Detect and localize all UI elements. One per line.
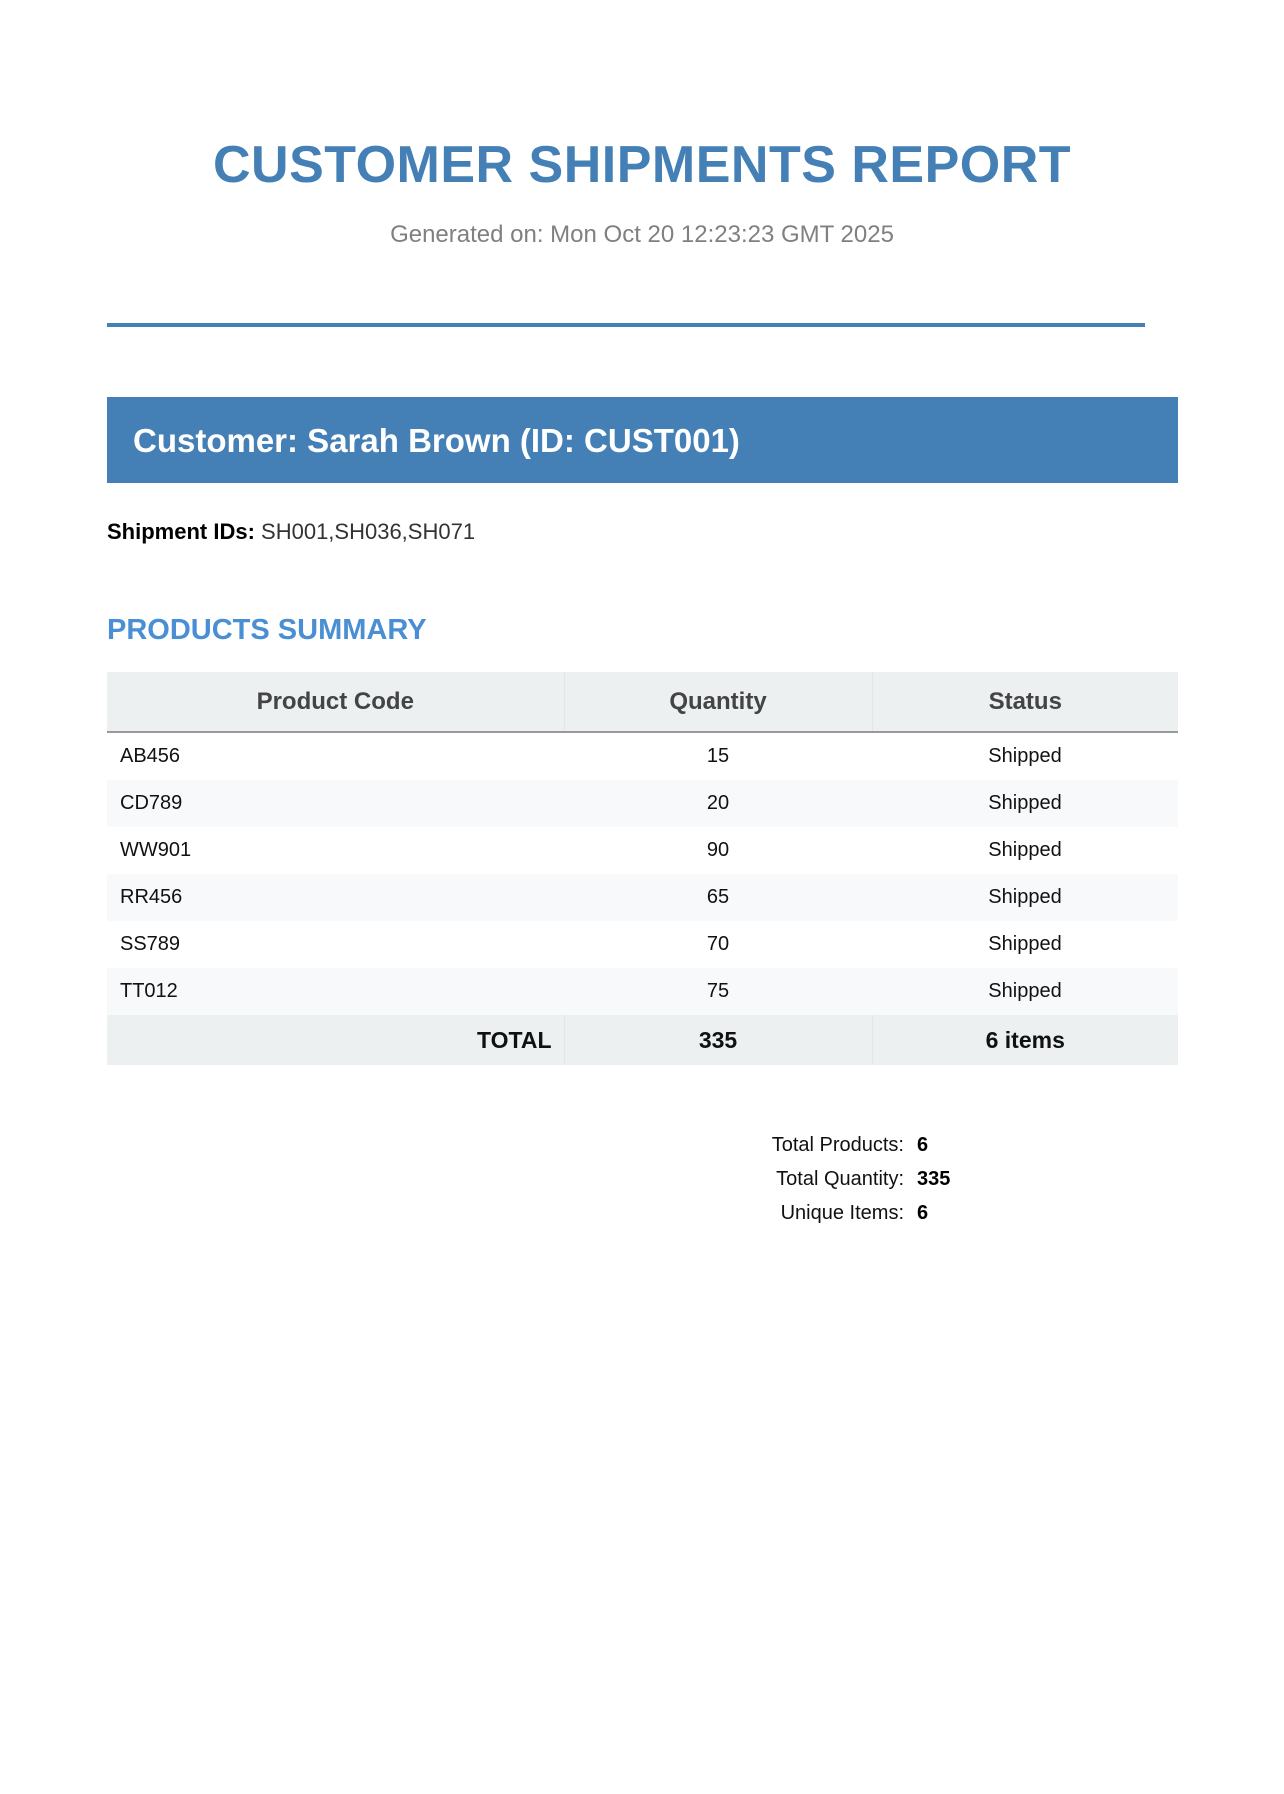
customer-banner: Customer: Sarah Brown (ID: CUST001) <box>107 397 1178 483</box>
products-table: Product Code Quantity Status AB456 15 Sh… <box>107 672 1178 1065</box>
quantity-cell: 75 <box>564 968 872 1015</box>
table-header-row: Product Code Quantity Status <box>107 672 1178 733</box>
total-label: TOTAL <box>107 1015 564 1065</box>
column-header-status: Status <box>871 672 1178 733</box>
stat-value: 6 <box>917 1134 929 1156</box>
status-cell: Shipped <box>872 780 1178 827</box>
total-items: 6 items <box>871 1015 1178 1065</box>
summary-stats: Total Products: 6 Total Quantity: 335 Un… <box>640 1128 1000 1230</box>
product-code-cell: WW901 <box>120 839 192 861</box>
title-divider <box>107 323 1145 327</box>
product-code-cell: RR456 <box>107 874 564 921</box>
stat-value: 6 <box>917 1202 929 1224</box>
quantity-cell: 20 <box>564 780 872 827</box>
report-title: CUSTOMER SHIPMENTS REPORT <box>212 136 1072 194</box>
product-code-cell: AB456 <box>120 745 181 767</box>
status-cell: Shipped <box>988 745 1062 767</box>
stat-label: Unique Items: <box>780 1202 904 1224</box>
report-page: CUSTOMER SHIPMENTS REPORT Generated on: … <box>0 0 1284 1794</box>
products-summary-title: PRODUCTS SUMMARY <box>107 614 427 646</box>
quantity-cell: 70 <box>706 933 730 955</box>
product-code-cell: TT012 <box>107 968 564 1015</box>
generated-timestamp: Generated on: Mon Oct 20 12:23:23 GMT 20… <box>390 221 894 248</box>
table-row: AB456 15 Shipped <box>107 732 1178 780</box>
status-cell: Shipped <box>872 874 1178 921</box>
stat-total-products: Total Products: 6 <box>640 1128 1000 1162</box>
total-quantity: 335 <box>563 1015 872 1065</box>
table-row: TT012 75 Shipped <box>107 968 1178 1015</box>
stat-label: Total Quantity: <box>776 1168 904 1190</box>
column-header-quantity: Quantity <box>563 672 872 733</box>
table-row: WW901 90 Shipped <box>107 827 1178 874</box>
product-code-cell: SS789 <box>120 933 181 955</box>
status-cell: Shipped <box>988 933 1062 955</box>
shipment-ids-value: SH001,SH036,SH071 <box>261 519 476 544</box>
quantity-cell: 90 <box>706 839 730 861</box>
column-header-product-code: Product Code <box>107 672 564 733</box>
stat-label: Total Products: <box>771 1134 904 1156</box>
product-code-cell: CD789 <box>107 780 564 827</box>
shipment-ids: Shipment IDs: SH001,SH036,SH071 <box>107 518 475 546</box>
table-row: CD789 20 Shipped <box>107 780 1178 827</box>
customer-heading: Customer: Sarah Brown (ID: CUST001) <box>133 422 740 459</box>
stat-unique-items: Unique Items: 6 <box>640 1196 1000 1230</box>
stat-value: 335 <box>917 1168 951 1190</box>
quantity-cell: 65 <box>564 874 872 921</box>
stat-total-quantity: Total Quantity: 335 <box>640 1162 1000 1196</box>
table-row: SS789 70 Shipped <box>107 921 1178 968</box>
table-row: RR456 65 Shipped <box>107 874 1178 921</box>
status-cell: Shipped <box>872 968 1178 1015</box>
status-cell: Shipped <box>988 839 1062 861</box>
shipment-ids-label: Shipment IDs: <box>107 519 255 544</box>
quantity-cell: 15 <box>706 745 730 767</box>
table-total-row: TOTAL 335 6 items <box>107 1015 1178 1065</box>
